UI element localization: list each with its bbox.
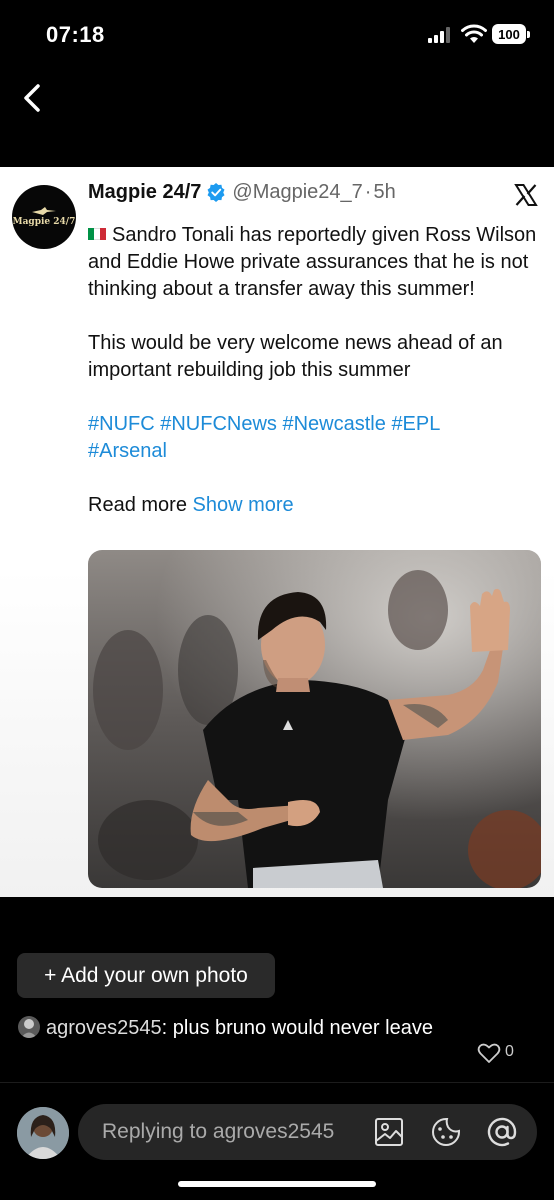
comment-text: : plus bruno would never leave bbox=[161, 1017, 433, 1039]
tweet-paragraph-1: Sandro Tonali has reportedly given Ross … bbox=[88, 222, 544, 303]
status-bar: 07:18 100 bbox=[0, 0, 554, 70]
tweet-header: Magpie 24/7 @Magpie24_7 · 5h bbox=[88, 181, 396, 204]
signal-icon bbox=[428, 27, 450, 43]
x-logo-icon[interactable] bbox=[514, 183, 538, 207]
tweet-card[interactable]: Magpie 24/7 Magpie 24/7 @Magpie24_7 · 5h… bbox=[0, 167, 554, 897]
reply-placeholder[interactable]: Replying to agroves2545 bbox=[102, 1120, 334, 1144]
verified-badge-icon bbox=[207, 183, 225, 202]
tweet-body: Sandro Tonali has reportedly given Ross … bbox=[88, 222, 544, 519]
read-more-line: Read more Show more bbox=[88, 492, 544, 519]
hashtag[interactable]: #NUFCNews bbox=[160, 413, 277, 435]
wifi-icon bbox=[461, 24, 487, 43]
my-avatar[interactable] bbox=[17, 1107, 69, 1159]
tweet-handle[interactable]: @Magpie24_7 bbox=[232, 181, 362, 204]
sticker-icon[interactable] bbox=[430, 1116, 462, 1148]
reply-input[interactable]: Replying to agroves2545 bbox=[78, 1104, 537, 1160]
image-icon[interactable] bbox=[373, 1116, 405, 1148]
hashtag[interactable]: #NUFC bbox=[88, 413, 155, 435]
tweet-photo[interactable] bbox=[88, 550, 541, 888]
magpie-logo-icon bbox=[32, 207, 56, 215]
like-count: 0 bbox=[505, 1043, 514, 1060]
read-more-text: Read more bbox=[88, 494, 187, 516]
hashtag[interactable]: #Newcastle bbox=[282, 413, 385, 435]
show-more-link[interactable]: Show more bbox=[193, 494, 294, 516]
battery-indicator: 100 bbox=[492, 24, 530, 44]
avatar-brand-text: Magpie 24/7 bbox=[12, 217, 76, 227]
comment-avatar[interactable] bbox=[18, 1016, 40, 1038]
comment-username[interactable]: agroves2545 bbox=[46, 1017, 162, 1039]
tweet-separator: · bbox=[364, 181, 372, 203]
italy-flag-icon bbox=[88, 228, 106, 240]
hashtag[interactable]: #Arsenal bbox=[88, 440, 167, 462]
divider bbox=[0, 1082, 554, 1083]
heart-icon[interactable] bbox=[477, 1042, 501, 1064]
add-photo-button[interactable]: + Add your own photo bbox=[17, 953, 275, 998]
tweet-hashtags: #NUFC #NUFCNews #Newcastle #EPL #Arsenal bbox=[88, 411, 544, 465]
tweet-age: 5h bbox=[373, 181, 396, 203]
home-indicator bbox=[178, 1181, 376, 1187]
mention-icon[interactable] bbox=[486, 1116, 518, 1148]
status-time: 07:18 bbox=[46, 22, 105, 47]
tweet-display-name[interactable]: Magpie 24/7 bbox=[88, 181, 201, 204]
tweet-text-1: Sandro Tonali has reportedly given Ross … bbox=[88, 224, 537, 300]
back-chevron-icon[interactable] bbox=[18, 78, 52, 118]
comment: agroves2545: plus bruno would never leav… bbox=[18, 1016, 488, 1041]
tweet-avatar[interactable]: Magpie 24/7 bbox=[12, 185, 76, 249]
hashtag[interactable]: #EPL bbox=[391, 413, 440, 435]
tweet-text-2: This would be very welcome news ahead of… bbox=[88, 332, 503, 381]
